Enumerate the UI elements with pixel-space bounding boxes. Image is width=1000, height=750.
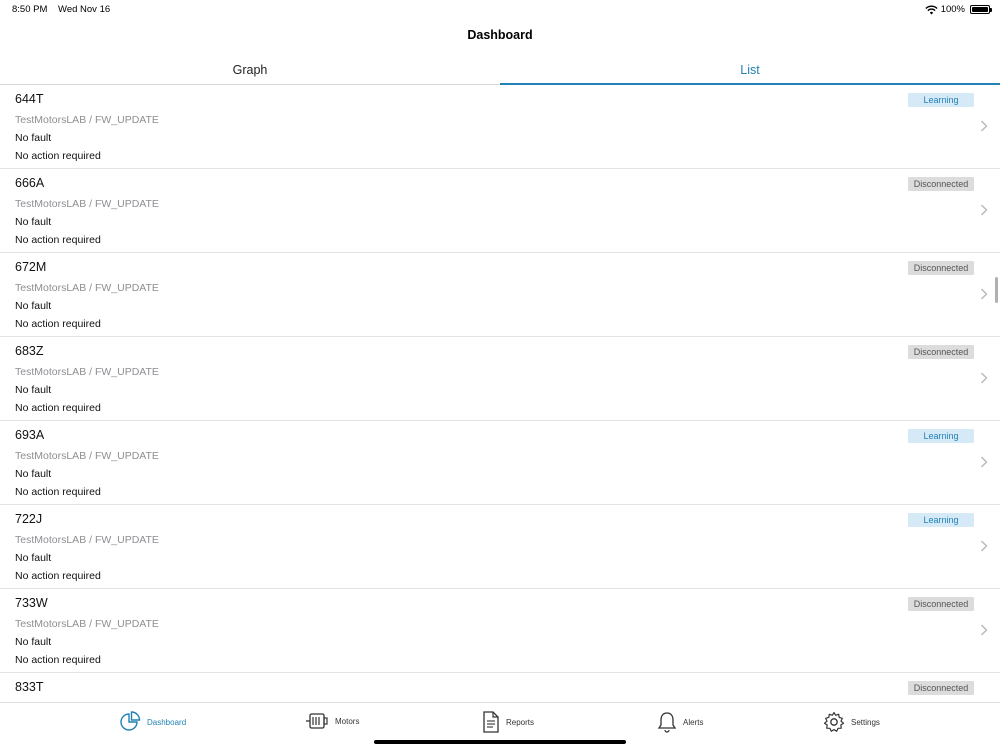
motor-action: No action required — [15, 486, 101, 498]
chevron-right-icon — [981, 204, 988, 216]
list-item[interactable]: 666A TestMotorsLAB / FW_UPDATE No fault … — [0, 169, 1000, 253]
list-item[interactable]: 722J TestMotorsLAB / FW_UPDATE No fault … — [0, 505, 1000, 589]
home-indicator[interactable] — [374, 740, 626, 744]
document-icon — [483, 711, 499, 733]
motor-id: 722J — [15, 512, 43, 526]
motor-id: 666A — [15, 176, 45, 190]
pie-chart-icon — [120, 711, 141, 731]
motor-path: TestMotorsLAB / FW_UPDATE — [15, 534, 159, 546]
chevron-right-icon — [981, 540, 988, 552]
motor-fault: No fault — [15, 552, 52, 564]
chevron-right-icon — [981, 288, 988, 300]
list-item[interactable]: 833T Disconnected — [0, 673, 1000, 702]
motor-action: No action required — [15, 654, 101, 666]
motor-fault: No fault — [15, 300, 52, 312]
tab-alerts-label: Alerts — [683, 717, 704, 727]
motor-action: No action required — [15, 402, 101, 414]
motor-path: TestMotorsLAB / FW_UPDATE — [15, 198, 159, 210]
list-item[interactable]: 672M TestMotorsLAB / FW_UPDATE No fault … — [0, 253, 1000, 337]
motor-action: No action required — [15, 234, 101, 246]
status-bar: 8:50 PM Wed Nov 16 100% — [0, 0, 1000, 20]
motor-action: No action required — [15, 150, 101, 162]
status-badge: Disconnected — [908, 681, 974, 695]
status-badge: Disconnected — [908, 177, 974, 191]
tab-settings-label: Settings — [851, 717, 880, 727]
list-item[interactable]: 693A TestMotorsLAB / FW_UPDATE No fault … — [0, 421, 1000, 505]
tab-motors-label: Motors — [335, 716, 360, 726]
motor-path: TestMotorsLAB / FW_UPDATE — [15, 282, 159, 294]
status-time: 8:50 PM — [12, 4, 48, 15]
tab-graph[interactable]: Graph — [0, 56, 500, 84]
motor-action: No action required — [15, 570, 101, 582]
motor-id: 733W — [15, 596, 48, 610]
status-left: 8:50 PM Wed Nov 16 — [12, 4, 118, 15]
tab-dashboard-label: Dashboard — [147, 717, 187, 727]
motor-fault: No fault — [15, 384, 52, 396]
tab-settings[interactable]: Settings — [823, 711, 880, 733]
list-item[interactable]: 733W TestMotorsLAB / FW_UPDATE No fault … — [0, 589, 1000, 673]
motor-path: TestMotorsLAB / FW_UPDATE — [15, 618, 159, 630]
motor-action: No action required — [15, 318, 101, 330]
status-right: 100% — [925, 4, 992, 15]
motor-fault: No fault — [15, 468, 52, 480]
status-badge: Learning — [908, 93, 974, 107]
bell-icon — [657, 712, 677, 733]
motor-list[interactable]: 644T TestMotorsLAB / FW_UPDATE No fault … — [0, 85, 1000, 702]
scrollbar[interactable] — [995, 277, 998, 303]
status-badge: Learning — [908, 429, 974, 443]
motor-fault: No fault — [15, 216, 52, 228]
motor-icon — [306, 713, 328, 729]
motor-id: 693A — [15, 428, 45, 442]
motor-fault: No fault — [15, 636, 52, 648]
tab-list[interactable]: List — [500, 56, 1000, 85]
page-title: Dashboard — [467, 28, 533, 42]
view-tabs: Graph List — [0, 56, 1000, 85]
wifi-icon — [925, 5, 938, 14]
motor-id: 683Z — [15, 344, 44, 358]
battery-icon — [970, 5, 992, 14]
tab-motors[interactable]: Motors — [305, 711, 359, 731]
chevron-right-icon — [981, 120, 988, 132]
tab-reports-label: Reports — [506, 717, 535, 727]
chevron-right-icon — [981, 372, 988, 384]
status-date: Wed Nov 16 — [58, 4, 111, 15]
status-badge: Disconnected — [908, 261, 974, 275]
chevron-right-icon — [981, 456, 988, 468]
list-item[interactable]: 683Z TestMotorsLAB / FW_UPDATE No fault … — [0, 337, 1000, 421]
motor-id: 833T — [15, 680, 44, 694]
motor-path: TestMotorsLAB / FW_UPDATE — [15, 114, 159, 126]
list-item[interactable]: 644T TestMotorsLAB / FW_UPDATE No fault … — [0, 85, 1000, 169]
gear-icon — [823, 711, 845, 732]
motor-path: TestMotorsLAB / FW_UPDATE — [15, 366, 159, 378]
status-badge: Disconnected — [908, 345, 974, 359]
battery-percent: 100% — [940, 4, 965, 15]
chevron-right-icon — [981, 624, 988, 636]
motor-fault: No fault — [15, 132, 52, 144]
tab-alerts[interactable]: Alerts — [657, 711, 703, 733]
motor-id: 644T — [15, 92, 44, 106]
status-badge: Learning — [908, 513, 974, 527]
tab-dashboard[interactable]: Dashboard — [119, 711, 186, 733]
tab-reports[interactable]: Reports — [482, 711, 534, 733]
motor-path: TestMotorsLAB / FW_UPDATE — [15, 450, 159, 462]
motor-id: 672M — [15, 260, 47, 274]
status-badge: Disconnected — [908, 597, 974, 611]
